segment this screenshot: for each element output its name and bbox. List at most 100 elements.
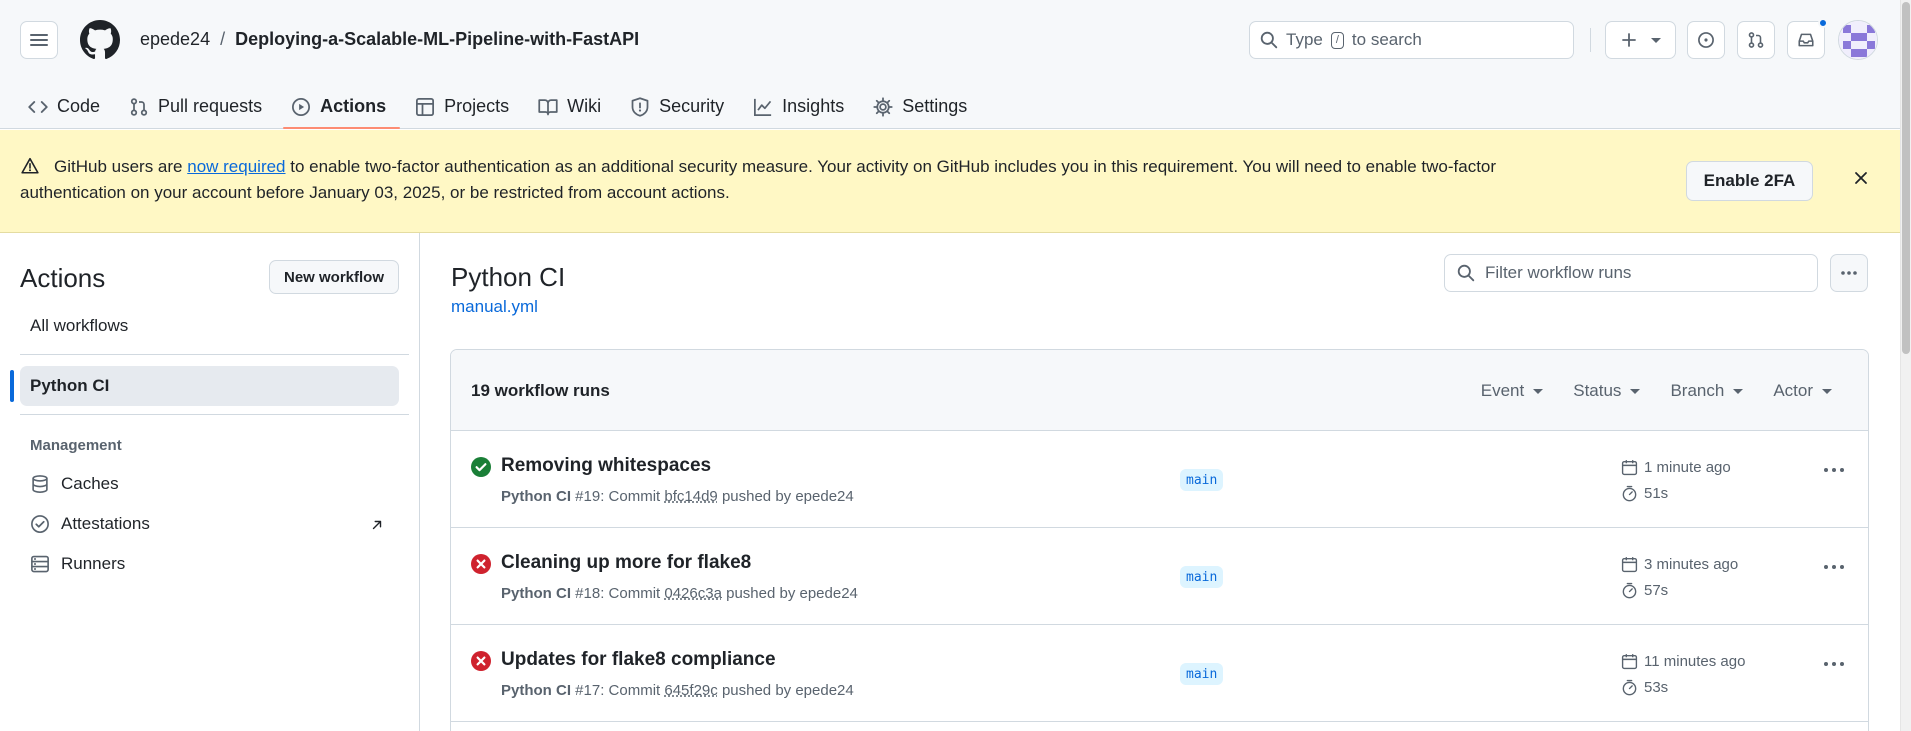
- run-timestamp: 3 minutes ago: [1621, 556, 1738, 573]
- run-pushed-by: pushed by epede24: [721, 682, 854, 699]
- breadcrumb: epede24 / Deploying-a-Scalable-ML-Pipeli…: [140, 29, 639, 50]
- issue-opened-icon: [1698, 32, 1714, 48]
- filter-actor-dropdown[interactable]: Actor: [1773, 381, 1832, 401]
- sidebar-item-label: Caches: [61, 474, 119, 493]
- kebab-horizontal-icon[interactable]: [1823, 564, 1845, 570]
- branch-badge[interactable]: main: [1180, 469, 1224, 491]
- git-pull-request-icon: [130, 97, 148, 116]
- workflow-runs-list: 19 workflow runs Event Status Branch Act…: [450, 349, 1869, 731]
- run-timestamp: 11 minutes ago: [1621, 653, 1745, 670]
- table-row: Removing whitespaces Python CI #19: Comm…: [451, 431, 1868, 528]
- branch-badge[interactable]: main: [1180, 663, 1224, 685]
- now-required-link[interactable]: now required: [187, 157, 285, 176]
- commit-sha-link[interactable]: bfc14d9: [664, 488, 717, 505]
- server-icon: [31, 555, 49, 573]
- kebab-horizontal-icon[interactable]: [1823, 467, 1845, 473]
- enable-2fa-button[interactable]: Enable 2FA: [1686, 161, 1813, 201]
- database-icon: [32, 475, 48, 493]
- filter-branch-dropdown[interactable]: Branch: [1670, 381, 1744, 401]
- filter-label: Status: [1573, 381, 1622, 400]
- run-meta: Python CI #17: Commit 645f29c pushed by …: [501, 682, 854, 699]
- shield-icon: [631, 96, 649, 117]
- repo-owner-link[interactable]: epede24: [140, 29, 210, 50]
- sidebar-item-attestations[interactable]: Attestations: [30, 514, 150, 534]
- x-circle-fill-icon: [471, 554, 491, 574]
- pull-requests-button[interactable]: [1737, 21, 1775, 59]
- search-input[interactable]: Type / to search: [1249, 21, 1574, 59]
- tab-actions[interactable]: Actions: [283, 84, 401, 129]
- sidebar-item-all-workflows[interactable]: All workflows: [30, 316, 128, 336]
- plus-icon: [1621, 33, 1636, 47]
- tab-projects[interactable]: Projects: [415, 84, 523, 129]
- search-icon: [1260, 31, 1278, 49]
- run-number: #19: Commit: [575, 488, 661, 505]
- sidebar-item-python-ci[interactable]: Python CI: [20, 366, 399, 406]
- filter-event-dropdown[interactable]: Event: [1480, 381, 1544, 401]
- run-title-link[interactable]: Cleaning up more for flake8: [501, 552, 751, 574]
- hamburger-icon: [30, 34, 48, 46]
- run-title-link[interactable]: Updates for flake8 compliance: [501, 649, 776, 671]
- filter-label: Event: [1480, 381, 1525, 400]
- verified-icon: [31, 515, 49, 533]
- runs-count: 19 workflow runs: [471, 381, 610, 400]
- avatar[interactable]: [1838, 20, 1878, 60]
- branch-badge[interactable]: main: [1180, 566, 1224, 588]
- issues-button[interactable]: [1687, 21, 1725, 59]
- close-icon[interactable]: [1853, 170, 1869, 186]
- filter-runs-input[interactable]: Filter workflow runs: [1444, 254, 1818, 292]
- run-duration-text: 53s: [1644, 679, 1669, 696]
- github-logo-icon[interactable]: [80, 20, 120, 60]
- user-avatar-icon: [1839, 21, 1877, 59]
- notification-dot: [1818, 18, 1828, 28]
- stopwatch-icon: [1622, 582, 1637, 599]
- two-factor-banner: GitHub users are now required to enable …: [0, 130, 1900, 233]
- run-timestamp: 1 minute ago: [1621, 459, 1731, 476]
- sidebar-item-runners[interactable]: Runners: [30, 554, 125, 574]
- x-circle-fill-icon: [471, 651, 491, 671]
- menu-button[interactable]: [20, 21, 58, 59]
- run-number: #17: Commit: [575, 682, 661, 699]
- search-suffix: to search: [1351, 30, 1422, 49]
- chevron-down-icon: [1733, 388, 1744, 394]
- kebab-horizontal-icon[interactable]: [1823, 661, 1845, 667]
- active-indicator: [10, 370, 14, 402]
- chevron-down-icon: [1630, 388, 1641, 394]
- graph-icon: [754, 98, 772, 116]
- run-duration-text: 57s: [1644, 582, 1669, 599]
- chevron-down-icon: [1533, 388, 1544, 394]
- tab-insights[interactable]: Insights: [753, 84, 858, 129]
- commit-sha-link[interactable]: 0426c3a: [664, 585, 722, 602]
- runs-list-header: 19 workflow runs Event Status Branch Act…: [451, 350, 1868, 431]
- management-heading: Management: [30, 437, 122, 454]
- create-new-button[interactable]: [1605, 21, 1676, 59]
- breadcrumb-separator: /: [220, 29, 226, 49]
- tab-label: Pull requests: [158, 96, 263, 116]
- repo-name-link[interactable]: Deploying-a-Scalable-ML-Pipeline-with-Fa…: [235, 29, 639, 50]
- workflow-menu-button[interactable]: [1830, 254, 1868, 292]
- run-time-text: 11 minutes ago: [1644, 653, 1746, 670]
- run-duration: 53s: [1621, 679, 1668, 696]
- filter-status-dropdown[interactable]: Status: [1573, 381, 1641, 401]
- tab-label: Projects: [444, 96, 510, 116]
- workflow-file-link[interactable]: manual.yml: [451, 297, 538, 317]
- tab-code[interactable]: Code: [28, 84, 114, 129]
- tab-settings[interactable]: Settings: [873, 84, 981, 129]
- run-pushed-by: pushed by epede24: [721, 488, 854, 505]
- commit-sha-link[interactable]: 645f29c: [664, 682, 717, 699]
- scrollbar-thumb[interactable]: [1902, 2, 1910, 354]
- sidebar-title: Actions: [20, 263, 106, 293]
- run-title-link[interactable]: Removing whitespaces: [501, 455, 711, 477]
- run-workflow: Python CI: [501, 585, 571, 602]
- tab-wiki[interactable]: Wiki: [538, 84, 615, 129]
- tab-label: Wiki: [567, 96, 602, 116]
- link-external-icon: [372, 520, 382, 530]
- new-workflow-button[interactable]: New workflow: [269, 260, 399, 294]
- banner-message: GitHub users are now required to enable …: [20, 154, 1580, 206]
- sidebar-item-caches[interactable]: Caches: [30, 474, 119, 494]
- run-pushed-by: pushed by epede24: [726, 585, 858, 602]
- sidebar-item-label: Runners: [61, 554, 126, 573]
- run-number: #18: Commit: [575, 585, 661, 602]
- tab-security[interactable]: Security: [630, 84, 738, 129]
- gear-icon: [873, 96, 893, 117]
- tab-pull-requests[interactable]: Pull requests: [129, 84, 276, 129]
